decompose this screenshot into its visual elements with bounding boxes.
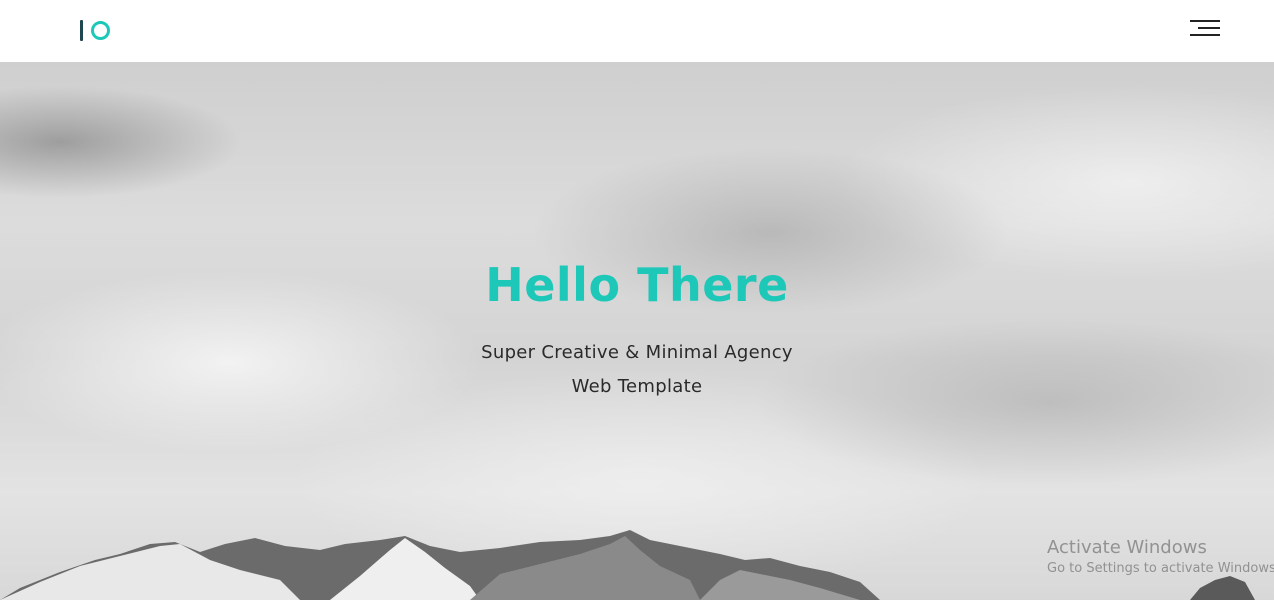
logo-ring-icon bbox=[91, 20, 110, 40]
watermark-subtitle: Go to Settings to activate Windows. bbox=[1047, 561, 1274, 576]
activation-watermark: Activate Windows Go to Settings to activ… bbox=[1047, 536, 1274, 578]
hero-subtitle-line-1: Super Creative & Minimal Agency bbox=[481, 342, 793, 363]
watermark-title: Activate Windows bbox=[1047, 537, 1207, 558]
site-logo[interactable] bbox=[80, 18, 110, 42]
hero-section: Hello There Super Creative & Minimal Age… bbox=[0, 62, 1274, 600]
logo-bar-icon bbox=[80, 19, 83, 41]
hero-subtitle: Super Creative & Minimal Agency Web Temp… bbox=[0, 336, 1274, 404]
hamburger-menu-icon[interactable] bbox=[1186, 18, 1220, 38]
hero-title: Hello There bbox=[485, 258, 789, 312]
hero-subtitle-line-2: Web Template bbox=[571, 376, 703, 397]
menu-line bbox=[1190, 20, 1220, 22]
page: Hello There Super Creative & Minimal Age… bbox=[0, 0, 1274, 600]
site-header bbox=[0, 0, 1274, 62]
menu-line bbox=[1198, 27, 1220, 29]
menu-line bbox=[1190, 34, 1220, 36]
